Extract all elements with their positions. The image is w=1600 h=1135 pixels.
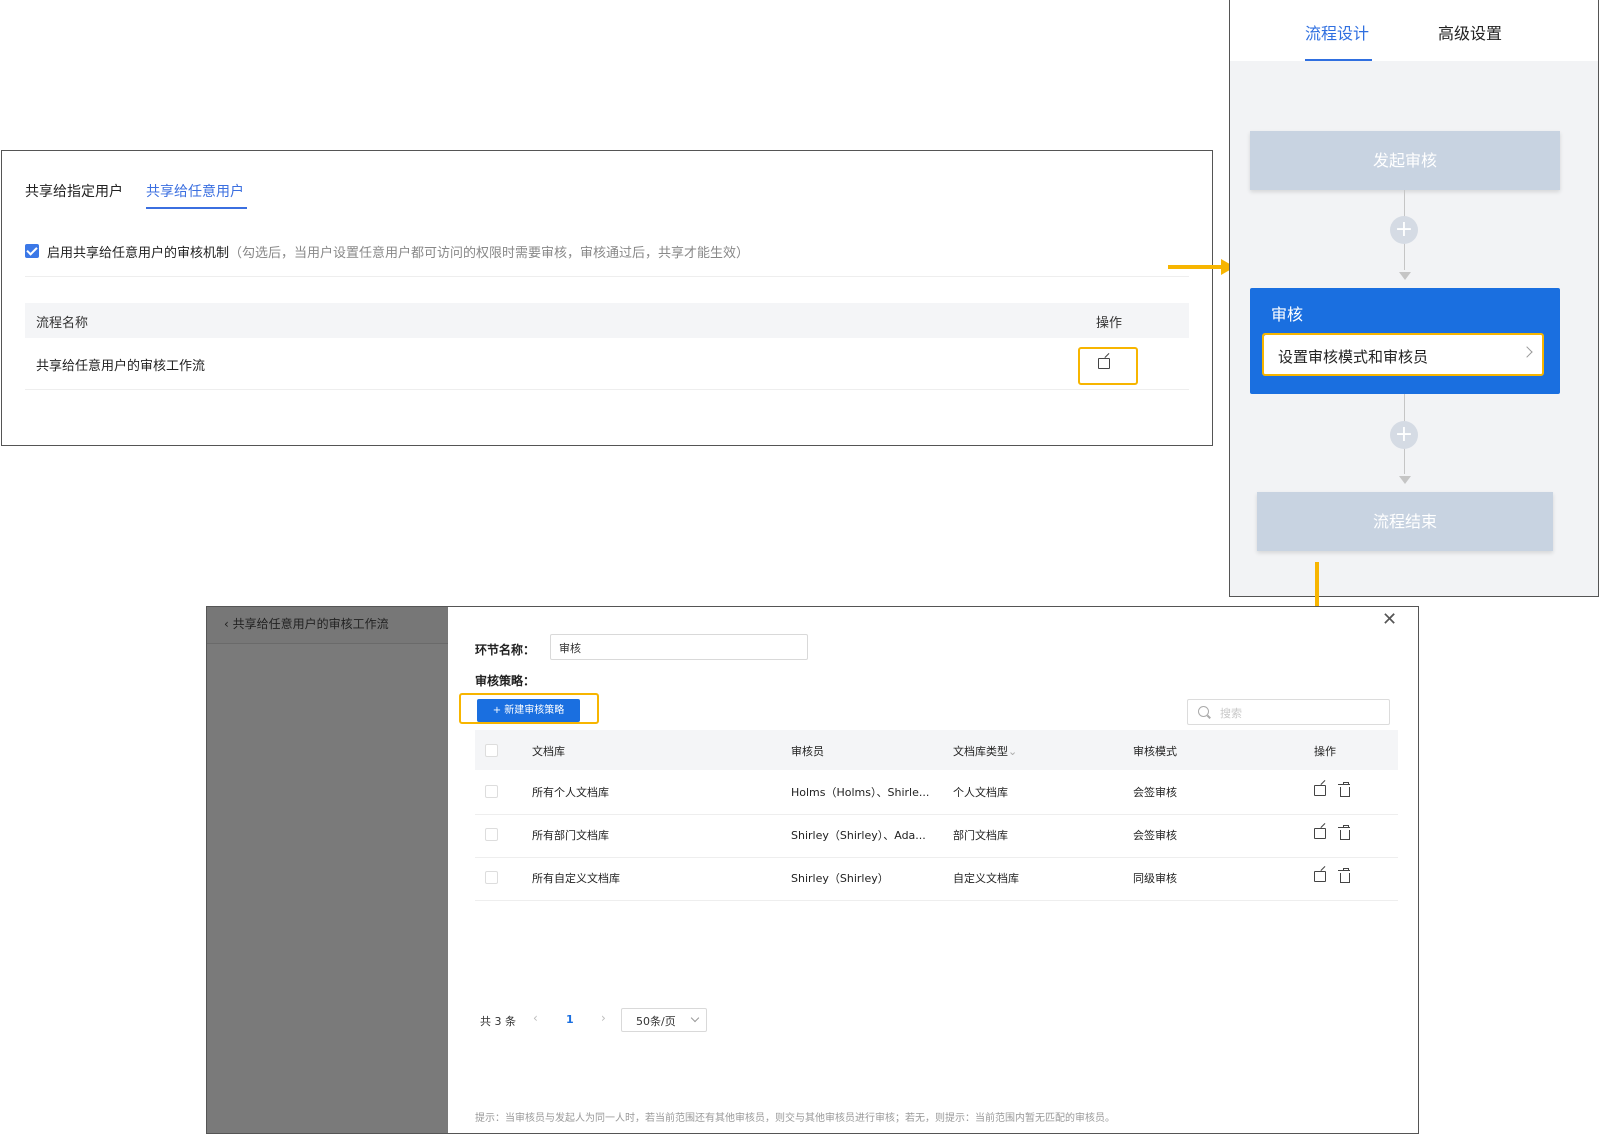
column-header-library-type[interactable]: 文档库类型⌄ xyxy=(953,743,1017,759)
prev-page-icon[interactable]: ‹ xyxy=(533,1011,538,1025)
search-placeholder: 搜索 xyxy=(1220,707,1242,720)
arrow-line-right xyxy=(1168,265,1222,269)
row-checkbox[interactable] xyxy=(485,785,498,798)
sidebar-header: ‹ 共享给任意用户的审核工作流 xyxy=(207,607,448,644)
sort-icon: ⌄ xyxy=(1008,745,1018,758)
edit-icon[interactable] xyxy=(1314,828,1326,839)
table-header xyxy=(25,303,1189,338)
search-input[interactable]: 搜索 xyxy=(1187,699,1390,725)
connector-arrow xyxy=(1399,476,1411,484)
start-node[interactable]: 发起审核 xyxy=(1250,131,1560,190)
workflow-name: 共享给任意用户的审核工作流 xyxy=(36,359,206,374)
add-node-icon[interactable]: + xyxy=(1390,421,1418,449)
strategy-label: 审核策略： xyxy=(475,674,536,688)
row-library-type: 部门文档库 xyxy=(953,829,1008,842)
reviewer-hint: 提示：当审核员与发起人为同一人时，若当前范围还有其他审核员，则交与其他审核员进行… xyxy=(475,1113,1115,1124)
delete-icon[interactable] xyxy=(1338,782,1350,797)
tab-advanced-settings[interactable]: 高级设置 xyxy=(1438,20,1502,44)
column-header-reviewer: 审核员 xyxy=(791,745,824,758)
strategy-table-header xyxy=(475,730,1398,770)
end-node: 流程结束 xyxy=(1257,492,1553,551)
row-library-type: 自定义文档库 xyxy=(953,872,1019,885)
share-settings-panel: 共享给指定用户 共享给任意用户 启用共享给任意用户的审核机制（勾选后，当用户设置… xyxy=(1,150,1213,446)
tab-share-any-user[interactable]: 共享给任意用户 xyxy=(146,181,244,201)
chevron-down-icon xyxy=(690,1013,700,1023)
row-divider xyxy=(25,389,1189,390)
search-icon xyxy=(1198,706,1209,717)
enable-review-checkbox[interactable] xyxy=(25,244,39,258)
row-library: 所有自定义文档库 xyxy=(532,872,620,885)
tab-share-specific-users[interactable]: 共享给指定用户 xyxy=(25,181,123,201)
active-tab-indicator xyxy=(146,207,247,209)
highlight-review-setting xyxy=(1262,333,1544,376)
current-page[interactable]: 1 xyxy=(566,1013,574,1026)
library-type-label: 文档库类型 xyxy=(953,745,1008,758)
highlight-edit-box xyxy=(1078,347,1138,385)
column-header-name: 流程名称 xyxy=(36,316,89,331)
back-link[interactable]: ‹ 共享给任意用户的审核工作流 xyxy=(224,615,389,632)
active-tab-indicator xyxy=(1305,59,1372,61)
delete-icon[interactable] xyxy=(1338,825,1350,840)
column-header-action: 操作 xyxy=(1096,316,1123,331)
enable-review-label: 启用共享给任意用户的审核机制（勾选后，当用户设置任意用户都可访问的权限时需要审核… xyxy=(47,242,749,261)
row-divider xyxy=(475,900,1398,901)
close-icon[interactable]: ✕ xyxy=(1382,609,1397,630)
edit-icon[interactable] xyxy=(1314,785,1326,796)
row-library: 所有部门文档库 xyxy=(532,829,609,842)
flow-designer-panel: 流程设计 高级设置 发起审核 + 审核 设置审核模式和审核员 + 流程结束 xyxy=(1229,0,1599,597)
next-page-icon[interactable]: › xyxy=(601,1011,606,1025)
row-checkbox[interactable] xyxy=(485,871,498,884)
row-mode: 会签审核 xyxy=(1133,786,1177,799)
delete-icon[interactable] xyxy=(1338,868,1350,883)
highlight-new-button xyxy=(459,693,599,724)
enable-review-hint: （勾选后，当用户设置任意用户都可访问的权限时需要审核，审核通过后，共享才能生效） xyxy=(229,246,750,261)
page-size-select[interactable]: 50条/页 xyxy=(621,1008,707,1032)
row-divider xyxy=(475,814,1398,815)
back-title: 共享给任意用户的审核工作流 xyxy=(232,617,389,631)
row-mode: 同级审核 xyxy=(1133,872,1177,885)
column-header-mode: 审核模式 xyxy=(1133,745,1177,758)
page-size-value: 50条/页 xyxy=(636,1015,676,1028)
row-library: 所有个人文档库 xyxy=(532,786,609,799)
node-name-input[interactable]: 审核 xyxy=(550,634,808,660)
row-divider xyxy=(475,857,1398,858)
column-header-library: 文档库 xyxy=(532,745,565,758)
select-all-checkbox[interactable] xyxy=(485,744,498,757)
row-reviewer: Shirley（Shirley） xyxy=(791,872,889,885)
flow-tabs-header: 流程设计 高级设置 xyxy=(1230,0,1598,61)
divider xyxy=(25,276,1189,277)
row-reviewer: Shirley（Shirley）、Ada... xyxy=(791,829,926,842)
row-library-type: 个人文档库 xyxy=(953,786,1008,799)
enable-review-text: 启用共享给任意用户的审核机制 xyxy=(47,246,230,261)
tab-flow-design[interactable]: 流程设计 xyxy=(1305,20,1369,44)
review-node-title: 审核 xyxy=(1271,305,1304,324)
row-reviewer: Holms（Holms）、Shirle... xyxy=(791,786,930,799)
connector-arrow xyxy=(1399,272,1411,280)
total-count: 共 3 条 xyxy=(480,1015,516,1028)
row-checkbox[interactable] xyxy=(485,828,498,841)
node-config-panel: ‹ 共享给任意用户的审核工作流 ✕ 环节名称： 审核 审核策略： + 新建审核策… xyxy=(206,606,1419,1134)
node-name-label: 环节名称： xyxy=(475,643,536,657)
add-node-icon[interactable]: + xyxy=(1390,216,1418,244)
row-mode: 会签审核 xyxy=(1133,829,1177,842)
left-sidebar-overlay: ‹ 共享给任意用户的审核工作流 xyxy=(207,607,448,1133)
edit-icon[interactable] xyxy=(1314,871,1326,882)
column-header-action: 操作 xyxy=(1314,745,1336,758)
